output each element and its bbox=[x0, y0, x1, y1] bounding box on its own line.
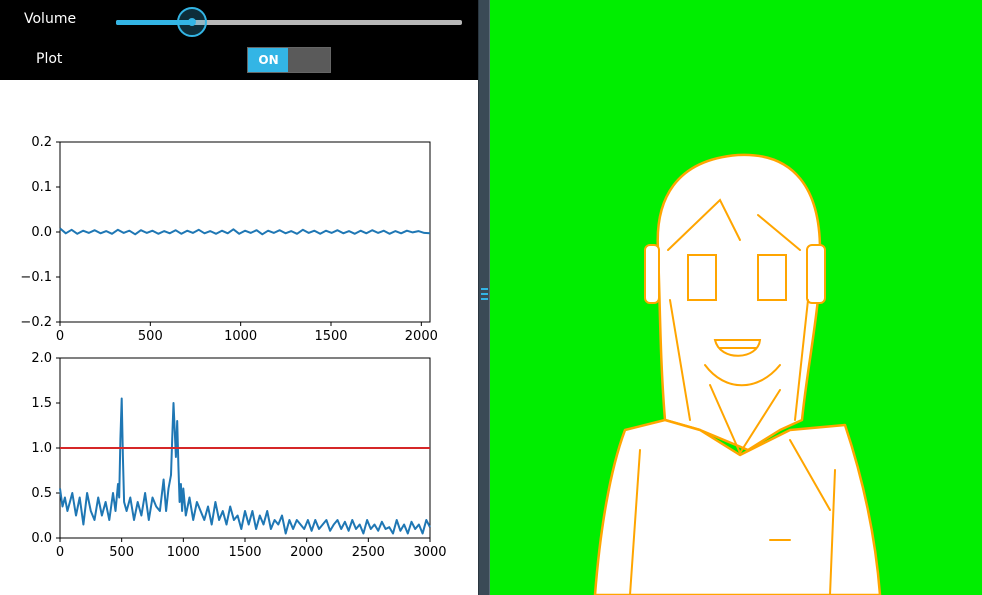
plots-svg: 0 500 1000 1500 2000 0.2 0.1 0.0 −0.1 −0.2 0 500 100… bbox=[20, 135, 446, 560]
chart1-x-tick-label: 0 bbox=[56, 329, 64, 344]
toggle-on-label: ON bbox=[248, 48, 289, 72]
drag-handle-icon[interactable] bbox=[481, 285, 488, 307]
plot-label: Plot bbox=[36, 51, 63, 67]
left-pane: Volume Plot ON 0 500 1000 1500 2000 0.2 0.1 0.0… bbox=[0, 0, 478, 595]
chart1-y-tick-label: 0.0 bbox=[31, 225, 52, 240]
plot-toggle[interactable]: ON bbox=[247, 47, 331, 73]
pane-divider[interactable] bbox=[478, 0, 490, 595]
chart2-x-tick-label: 2500 bbox=[352, 545, 385, 560]
chart1-y-tick-label: −0.2 bbox=[20, 315, 52, 330]
toggle-off-knob bbox=[288, 48, 330, 72]
plots-area: 0 500 1000 1500 2000 0.2 0.1 0.0 −0.1 −0.2 0 500 100… bbox=[0, 80, 478, 595]
chart1-x-tick-label: 1000 bbox=[224, 329, 257, 344]
chart2-x-tick-label: 2000 bbox=[290, 545, 323, 560]
character-sketch bbox=[593, 153, 882, 595]
chart2-x-tick-label: 500 bbox=[109, 545, 134, 560]
controls-panel: Volume Plot ON bbox=[0, 0, 478, 80]
chart2-y-tick-label: 2.0 bbox=[31, 351, 52, 366]
slider-thumb[interactable] bbox=[177, 7, 208, 37]
volume-slider[interactable] bbox=[110, 6, 468, 38]
headphone-right bbox=[806, 244, 826, 304]
chart1-y-tick-label: 0.1 bbox=[31, 180, 52, 195]
headphone-left bbox=[644, 244, 660, 304]
chart1-x-tick-label: 500 bbox=[138, 329, 163, 344]
chart2-x-tick-label: 1000 bbox=[167, 545, 200, 560]
chart2-y-tick-label: 0.0 bbox=[31, 531, 52, 546]
chart1-x-tick-label: 2000 bbox=[405, 329, 438, 344]
chart1-y-tick-label: −0.1 bbox=[20, 270, 52, 285]
chart2-x-tick-label: 0 bbox=[56, 545, 64, 560]
volume-label: Volume bbox=[24, 11, 77, 27]
video-canvas bbox=[490, 0, 982, 595]
chart2-x-tick-label: 1500 bbox=[228, 545, 261, 560]
chart1-x-tick-label: 1500 bbox=[314, 329, 347, 344]
chart2-y-tick-label: 1.5 bbox=[31, 396, 52, 411]
chart2-x-tick-label: 3000 bbox=[413, 545, 446, 560]
chart1-y-tick-label: 0.2 bbox=[31, 135, 52, 150]
chart2-y-tick-label: 1.0 bbox=[31, 441, 52, 456]
chart2-y-tick-label: 0.5 bbox=[31, 486, 52, 501]
